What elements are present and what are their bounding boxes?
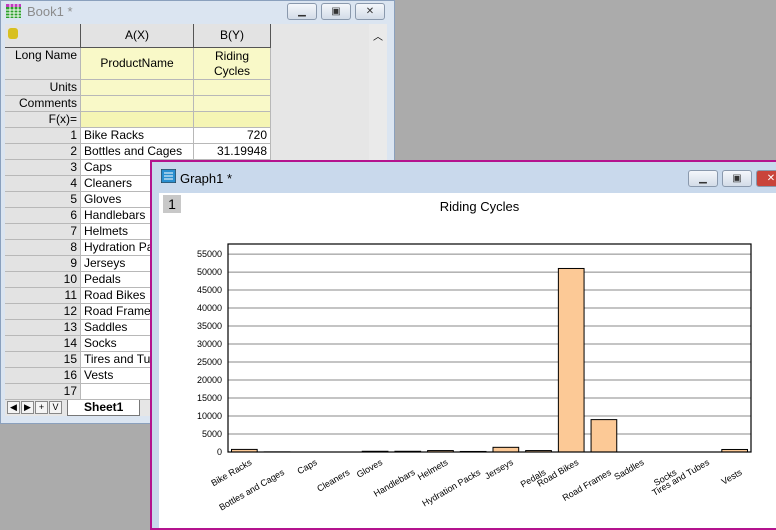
maximize-button[interactable]: ▣: [722, 170, 752, 187]
book1-title: Book1 *: [27, 4, 73, 19]
y-tick-label: 10000: [197, 411, 222, 421]
bar-chart: Riding Cycles 0 5000 10000 15000 20000 25000 30…: [159, 193, 776, 523]
y-tick-label: 30000: [197, 339, 222, 349]
column-header[interactable]: A(X): [81, 24, 194, 48]
x-tick-label: Bike Racks: [209, 457, 253, 488]
row-number[interactable]: 7: [5, 224, 81, 240]
bar: [558, 268, 584, 452]
x-tick-label: Gloves: [355, 457, 385, 480]
graph1-title: Graph1 *: [180, 171, 232, 186]
x-tick-label: Helmets: [416, 457, 450, 482]
meta-cell[interactable]: [81, 80, 194, 96]
y-tick-label: 0: [217, 447, 222, 457]
y-tick-label: 50000: [197, 267, 222, 277]
plot-frame: [228, 244, 751, 452]
row-number[interactable]: 2: [5, 144, 81, 160]
meta-cell[interactable]: [81, 112, 194, 128]
row-number[interactable]: 9: [5, 256, 81, 272]
close-button[interactable]: ✕: [355, 3, 385, 20]
row-number[interactable]: 4: [5, 176, 81, 192]
x-tick-label: Vests: [720, 467, 744, 487]
x-tick-label: Cleaners: [315, 467, 352, 494]
meta-cell[interactable]: [81, 96, 194, 112]
bar: [591, 420, 617, 452]
y-tick-label: 40000: [197, 303, 222, 313]
minimize-button[interactable]: ▁: [688, 170, 718, 187]
meta-cell[interactable]: [194, 80, 271, 96]
cell-value[interactable]: 31.19948: [194, 144, 271, 160]
x-tick-label: Saddles: [612, 457, 646, 482]
row-number[interactable]: 17: [5, 384, 81, 400]
row-number[interactable]: 6: [5, 208, 81, 224]
maximize-button[interactable]: ▣: [321, 3, 351, 20]
chart-title: Riding Cycles: [440, 199, 520, 214]
meta-cell[interactable]: [194, 112, 271, 128]
graph-icon: [161, 169, 176, 183]
graph1-window: Graph1 * ▁ ▣ ✕ 1 Riding Cycles0500010000…: [150, 160, 776, 530]
y-tick-label: 35000: [197, 321, 222, 331]
row-label: Comments: [5, 96, 81, 112]
x-tick-label: Jerseys: [483, 457, 515, 481]
row-number[interactable]: 16: [5, 368, 81, 384]
y-tick-label: 15000: [197, 393, 222, 403]
meta-cell[interactable]: [194, 96, 271, 112]
sheet-nav-button[interactable]: ◀: [7, 401, 20, 414]
book1-title-bar[interactable]: Book1 * ▁ ▣ ✕: [1, 1, 394, 23]
long-name-cell[interactable]: ProductName: [81, 48, 194, 80]
column-header[interactable]: B(Y): [194, 24, 271, 48]
y-tick-label: 20000: [197, 375, 222, 385]
row-number[interactable]: 10: [5, 272, 81, 288]
sheet-nav-button[interactable]: ▶: [21, 401, 34, 414]
row-number[interactable]: 13: [5, 320, 81, 336]
scroll-up-arrow[interactable]: ︿: [369, 24, 387, 43]
long-name-cell[interactable]: Riding Cycles: [194, 48, 271, 80]
y-tick-label: 5000: [202, 429, 222, 439]
row-number[interactable]: 1: [5, 128, 81, 144]
x-tick-label: Caps: [296, 457, 320, 476]
workbook-icon: [6, 4, 21, 18]
db-icon: [8, 28, 18, 39]
cell-value[interactable]: 720: [194, 128, 271, 144]
row-label: Units: [5, 80, 81, 96]
row-number[interactable]: 15: [5, 352, 81, 368]
row-label: Long Name: [5, 48, 81, 80]
row-number[interactable]: 14: [5, 336, 81, 352]
y-tick-label: 45000: [197, 285, 222, 295]
sheet-nav-button[interactable]: V: [49, 401, 62, 414]
x-tick-label: Handlebars: [372, 467, 417, 499]
close-button[interactable]: ✕: [756, 170, 776, 187]
row-number[interactable]: 5: [5, 192, 81, 208]
sheet-nav-button[interactable]: +: [35, 401, 48, 414]
row-number[interactable]: 3: [5, 160, 81, 176]
cell-product[interactable]: Bottles and Cages: [81, 144, 194, 160]
row-number[interactable]: 8: [5, 240, 81, 256]
sheet-tab[interactable]: Sheet1: [67, 400, 140, 416]
y-tick-label: 25000: [197, 357, 222, 367]
graph1-title-bar[interactable]: Graph1 * ▁ ▣ ✕: [152, 162, 776, 192]
row-number[interactable]: 12: [5, 304, 81, 320]
row-number[interactable]: 11: [5, 288, 81, 304]
minimize-button[interactable]: ▁: [287, 3, 317, 20]
select-all-corner[interactable]: [5, 24, 81, 48]
row-label: F(x)=: [5, 112, 81, 128]
graph-page[interactable]: 1 Riding Cycles0500010000150002000025000…: [159, 193, 776, 528]
bar: [493, 447, 519, 452]
y-tick-label: 55000: [197, 249, 222, 259]
cell-product[interactable]: Bike Racks: [81, 128, 194, 144]
